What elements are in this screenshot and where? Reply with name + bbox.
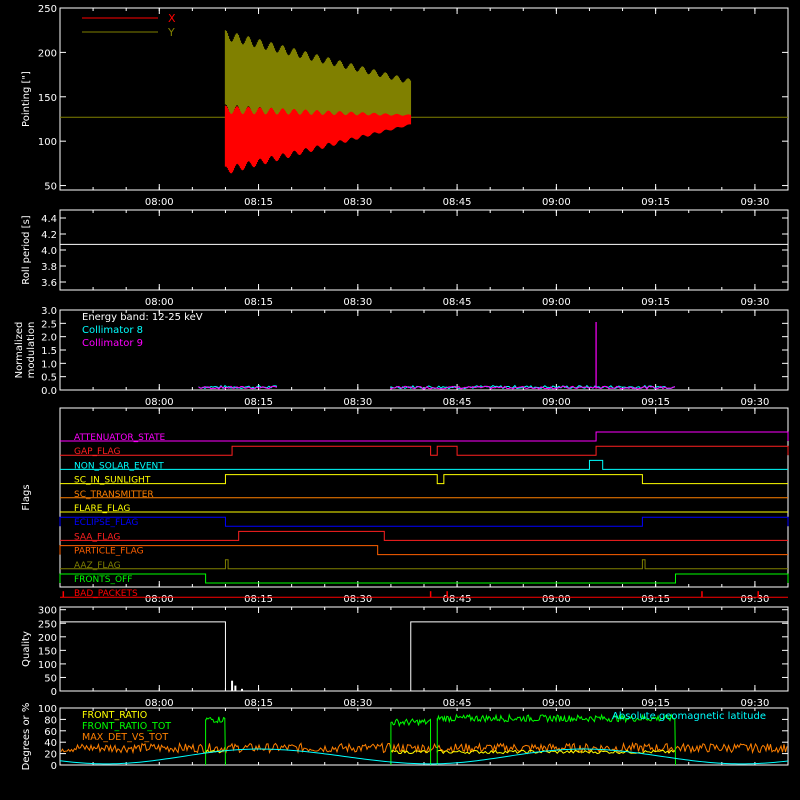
flag-label: SC_TRANSMITTER [74,490,154,500]
y-tick-label: 250 [38,4,57,15]
y-axis-label: Roll period [s] [21,215,32,284]
y-tick-label: 1.0 [41,359,57,370]
x-tick-label: 08:15 [244,197,273,208]
y-tick-label: 4.4 [41,214,57,225]
x-tick-label: 08:30 [343,397,372,408]
x-tick-label: 09:00 [542,197,571,208]
x-tick-label: 08:45 [443,698,472,709]
legend-label: Collimator 9 [82,338,143,349]
x-tick-label: 09:30 [740,698,769,709]
x-tick-label: 08:00 [145,297,174,308]
x-tick-label: 08:15 [244,297,273,308]
y-tick-label: 4.2 [41,230,57,241]
y-tick-label: 3.8 [41,262,57,273]
y-axis-label: Degrees or % [21,703,32,771]
y-axis-label: Normalized [14,322,25,379]
y-tick-label: 0.0 [41,386,57,397]
x-tick-label: 09:15 [641,197,670,208]
y-tick-label: 0 [51,761,57,772]
legend-label: FRONT_RATIO_TOT [82,721,171,732]
y-tick-label: 1.5 [41,346,57,357]
chart-figure: 08:00 08:15 08:30 08:45 09:00 09:15 09:30 50 100… [0,0,800,800]
flag-label: FLARE_FLAG [74,504,130,514]
flag-label: NON_SOLAR_EVENT [74,461,164,471]
x-tick-label: 08:45 [443,297,472,308]
legend-label: FRONT_RATIO [82,710,147,721]
legend-label: X [168,12,176,25]
y-tick-label: 200 [38,48,57,59]
x-tick-label: 08:15 [244,594,273,605]
y-tick-label: 100 [38,660,57,671]
y-tick-label: 150 [38,93,57,104]
y-tick-label: 200 [38,633,57,644]
x-tick-label: 08:30 [343,698,372,709]
flag-label: ECLIPSE_FLAG [74,518,138,528]
x-tick-label: 08:15 [244,698,273,709]
y-tick-label: 50 [44,182,57,193]
x-tick-label: 08:00 [145,397,174,408]
flag-label: PARTICLE_FLAG [74,547,144,557]
x-tick-label: 09:15 [641,397,670,408]
x-tick-label: 09:30 [740,594,769,605]
flag-label: BAD_PACKETS [74,589,138,599]
y-tick-label: 20 [44,750,57,761]
y-tick-label: 0.5 [41,373,57,384]
x-tick-label: 09:30 [740,397,769,408]
y-axis-label: Flags [21,484,32,510]
y-tick-label: 80 [44,715,57,726]
x-tick-label: 08:00 [145,594,174,605]
x-tick-label: 09:15 [641,698,670,709]
x-tick-label: 09:00 [542,297,571,308]
x-tick-label: 08:30 [343,197,372,208]
flag-label: GAP_FLAG [74,447,120,457]
x-tick-label: 08:30 [343,594,372,605]
x-tick-label: 09:00 [542,397,571,408]
x-tick-label: 09:00 [542,698,571,709]
y-tick-label: 60 [44,727,57,738]
flag-label: ATTENUATOR_STATE [74,433,166,443]
y-axis-label: Pointing ["] [21,71,32,127]
flag-label: FRONTS_OFF [74,575,132,585]
x-tick-label: 08:00 [145,698,174,709]
y-tick-label: 4.0 [41,246,57,257]
y-tick-label: 2.0 [41,333,57,344]
y-tick-label: 300 [38,606,57,617]
x-tick-label: 09:00 [542,594,571,605]
x-tick-label: 08:30 [343,297,372,308]
x-tick-label: 09:30 [740,197,769,208]
y-tick-label: 3.6 [41,278,57,289]
y-tick-label: 40 [44,738,57,749]
y-tick-label: 100 [38,704,57,715]
latitude-annotation: Absolute geomagnetic latitude [612,711,766,722]
y-tick-label: 150 [38,646,57,657]
x-tick-label: 09:30 [740,297,769,308]
y-tick-label: 2.5 [41,319,57,330]
y-tick-label: 100 [38,137,57,148]
x-tick-label: 08:45 [443,197,472,208]
y-axis-label: Quality [21,631,32,667]
y-tick-label: 250 [38,619,57,630]
energy-band-annotation: Energy band: 12-25 keV [82,312,203,323]
x-tick-label: 08:00 [145,197,174,208]
legend-label: MAX_DET_VS_TOT [82,732,168,743]
legend-label: Y [167,26,175,39]
y-tick-label: 0 [51,687,57,698]
flag-label: AAZ_FLAG [74,561,121,571]
x-tick-label: 09:15 [641,297,670,308]
x-tick-label: 09:15 [641,594,670,605]
y-tick-label: 50 [44,673,57,684]
flag-label: SC_IN_SUNLIGHT [74,476,151,486]
legend-label: Collimator 8 [82,325,143,336]
y-axis-label: modulation [26,322,37,379]
x-tick-label: 08:15 [244,397,273,408]
flag-label: SAA_FLAG [74,532,120,542]
x-tick-label: 08:45 [443,397,472,408]
y-tick-label: 3.0 [41,306,57,317]
